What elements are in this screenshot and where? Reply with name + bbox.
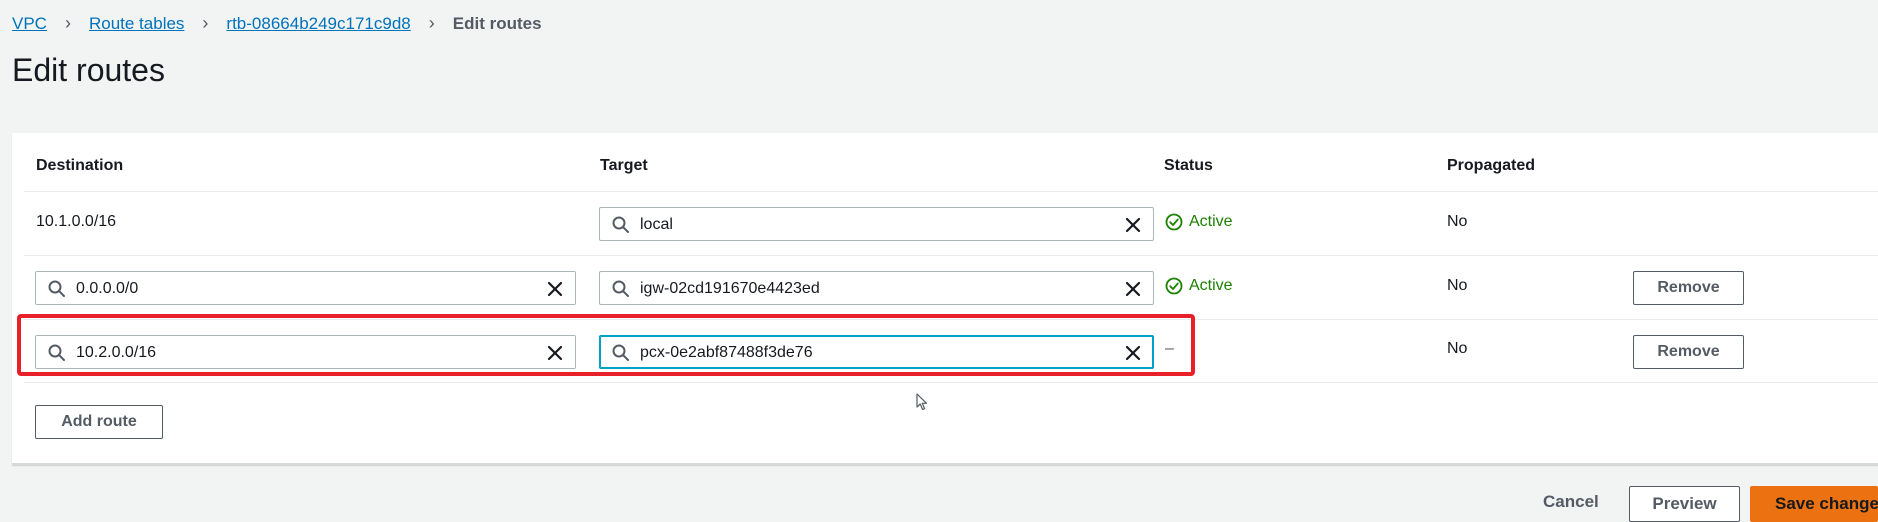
search-icon [612,280,629,297]
destination-input[interactable]: 0.0.0.0/0 [35,271,576,305]
check-circle-icon [1165,213,1183,231]
status-badge: Active [1165,213,1233,231]
status-badge: Active [1165,277,1233,295]
target-value: local [640,216,673,233]
remove-route-button[interactable]: Remove [1633,271,1744,305]
target-value: igw-02cd191670e4423ed [640,280,820,297]
chevron-right-icon: › [64,13,71,33]
check-circle-icon [1165,277,1183,295]
destination-text: 10.1.0.0/16 [36,213,117,230]
breadcrumb: VPC › Route tables › rtb-08664b249c171c9… [12,13,542,34]
breadcrumb-current: Edit routes [452,13,542,33]
column-header-target: Target [600,157,648,174]
column-header-status: Status [1164,157,1213,174]
page-title: Edit routes [12,52,165,88]
destination-value: 0.0.0.0/0 [76,280,139,297]
chevron-right-icon: › [428,13,435,33]
chevron-right-icon: › [202,13,209,33]
row-divider [24,382,1878,383]
propagated-text: No [1447,277,1468,294]
row-divider [24,255,1878,256]
save-changes-button[interactable]: Save changes [1750,486,1878,522]
column-header-propagated: Propagated [1447,157,1536,174]
target-input[interactable]: igw-02cd191670e4423ed [599,271,1154,305]
breadcrumb-link-route-tables[interactable]: Route tables [89,14,184,34]
column-header-destination: Destination [36,157,124,174]
add-route-button[interactable]: Add route [35,405,163,439]
close-icon[interactable] [1123,279,1143,299]
breadcrumb-link-route-table-id[interactable]: rtb-08664b249c171c9d8 [226,14,410,34]
propagated-text: No [1447,340,1468,357]
search-icon [48,280,65,297]
status-text: Active [1189,277,1233,294]
breadcrumb-link-vpc[interactable]: VPC [12,14,47,34]
routes-panel: Destination Target Status Propagated 10.… [12,133,1878,465]
cancel-button[interactable]: Cancel [1543,492,1599,512]
propagated-text: No [1447,213,1468,230]
status-text: Active [1189,213,1233,230]
close-icon[interactable] [1123,215,1143,235]
row-divider [24,191,1878,192]
target-input[interactable]: local [599,207,1154,241]
remove-route-button[interactable]: Remove [1633,335,1744,369]
mouse-cursor-icon [916,393,928,411]
highlight-annotation [17,314,1195,376]
preview-button[interactable]: Preview [1629,486,1740,522]
close-icon[interactable] [545,279,565,299]
search-icon [612,216,629,233]
